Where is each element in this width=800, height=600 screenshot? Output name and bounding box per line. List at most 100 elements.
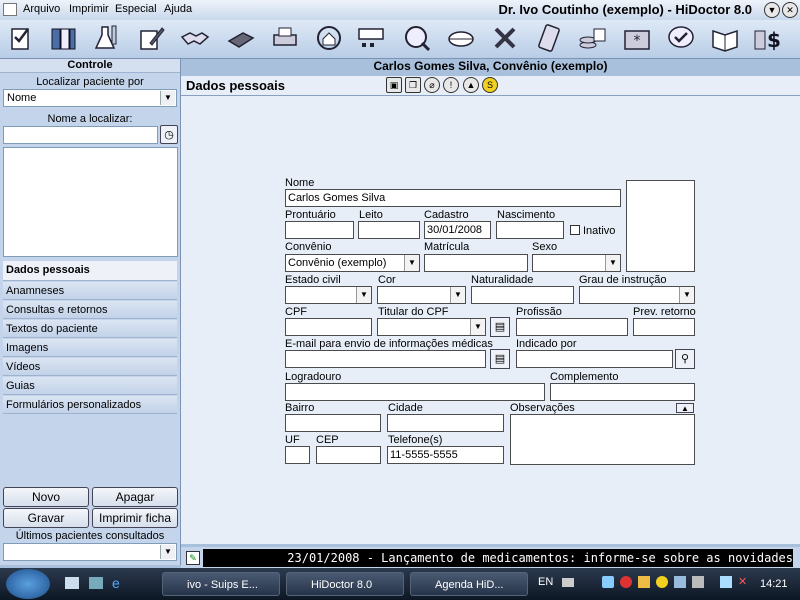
tools-icon[interactable]	[490, 23, 520, 53]
tray-icon[interactable]	[692, 576, 704, 588]
language-indicator[interactable]: EN	[538, 576, 553, 588]
nav-dados-pessoais[interactable]: Dados pessoais	[3, 261, 177, 281]
sexo-select[interactable]: ▼	[532, 254, 621, 272]
profissao-field[interactable]	[516, 318, 628, 336]
naturalidade-field[interactable]	[471, 286, 574, 304]
edit-document-icon[interactable]	[136, 23, 166, 53]
scanner-icon[interactable]	[356, 23, 386, 53]
chevron-down-icon[interactable]: ▼	[470, 319, 485, 335]
apagar-button[interactable]: Apagar	[92, 487, 178, 507]
nav-guias[interactable]: Guias	[3, 377, 177, 395]
books-icon[interactable]	[48, 23, 78, 53]
nav-formularios[interactable]: Formulários personalizados	[3, 396, 177, 414]
volume-muted-icon[interactable]: ✕	[738, 575, 747, 588]
cor-select[interactable]: ▼	[377, 286, 466, 304]
tray-icon[interactable]	[602, 576, 614, 588]
nav-videos[interactable]: Vídeos	[3, 358, 177, 376]
nav-consultas[interactable]: Consultas e retornos	[3, 301, 177, 319]
tray-icon[interactable]	[638, 576, 650, 588]
home-refresh-icon[interactable]	[314, 23, 344, 53]
nome-field[interactable]: Carlos Gomes Silva	[285, 189, 621, 207]
email-field[interactable]	[285, 350, 486, 368]
open-book-icon[interactable]	[710, 23, 740, 53]
chevron-down-icon[interactable]: ▼	[679, 287, 694, 303]
news-icon[interactable]: ✎	[186, 551, 200, 565]
nav-imagens[interactable]: Imagens	[3, 339, 177, 357]
lab-flask-icon[interactable]	[92, 23, 122, 53]
cidade-field[interactable]	[387, 414, 504, 432]
coins-icon[interactable]	[578, 23, 608, 53]
complemento-field[interactable]	[550, 383, 695, 401]
observacoes-textarea[interactable]	[510, 414, 695, 465]
tray-icon[interactable]	[620, 576, 632, 588]
localizar-select[interactable]: Nome ▼	[3, 89, 177, 107]
clock-icon[interactable]: ◷	[160, 125, 178, 144]
leito-field[interactable]	[358, 221, 420, 239]
search-globe-icon[interactable]	[402, 23, 432, 53]
skype-icon[interactable]: S	[482, 77, 498, 93]
save-icon[interactable]: ▣	[386, 77, 402, 93]
pill-icon[interactable]	[446, 23, 476, 53]
window-icon[interactable]	[3, 3, 17, 16]
telefone-field[interactable]: 11-5555-5555	[387, 446, 504, 464]
skype-icon[interactable]	[656, 576, 668, 588]
document-icon[interactable]: ▤	[490, 349, 510, 369]
menu-especial[interactable]: Especial	[115, 3, 157, 15]
finance-dollar-icon[interactable]: $	[752, 23, 782, 53]
taskbar-task-2[interactable]: HiDoctor 8.0	[286, 572, 404, 596]
patient-results-list[interactable]	[3, 147, 178, 257]
alert-icon[interactable]: !	[443, 77, 459, 93]
nome-localizar-input[interactable]	[3, 126, 158, 144]
network-icon[interactable]	[720, 576, 732, 588]
handshake-icon[interactable]	[180, 23, 210, 53]
keyboard-icon[interactable]	[562, 578, 574, 587]
pda-icon[interactable]	[534, 23, 564, 53]
menu-arquivo[interactable]: Arquivo	[23, 3, 60, 15]
chevron-down-icon[interactable]: ▼	[160, 545, 175, 559]
estado-civil-select[interactable]: ▼	[285, 286, 372, 304]
imprimir-ficha-button[interactable]: Imprimir ficha	[92, 508, 178, 528]
check-bubble-icon[interactable]	[666, 23, 696, 53]
titular-select[interactable]: ▼	[377, 318, 486, 336]
chevron-down-icon[interactable]: ▼	[356, 287, 371, 303]
medical-folder-icon[interactable]: *	[622, 23, 652, 53]
collapse-icon[interactable]: ▲	[676, 403, 694, 413]
novo-button[interactable]: Novo	[3, 487, 89, 507]
taskbar-task-1[interactable]: ivo - Suips E...	[162, 572, 280, 596]
matricula-field[interactable]	[424, 254, 528, 272]
attach-icon[interactable]: ⌀	[424, 77, 440, 93]
chevron-down-icon[interactable]: ▼	[404, 255, 419, 271]
grau-select[interactable]: ▼	[579, 286, 695, 304]
cadastro-field[interactable]: 30/01/2008	[424, 221, 491, 239]
chevron-down-icon[interactable]: ▼	[605, 255, 620, 271]
search-icon[interactable]: ⚲	[675, 349, 695, 369]
nascimento-field[interactable]	[496, 221, 564, 239]
checklist-icon[interactable]	[6, 23, 36, 53]
book-icon[interactable]	[226, 23, 256, 53]
ultimos-select[interactable]: ▼	[3, 543, 177, 561]
start-button[interactable]	[6, 569, 50, 599]
show-desktop-icon[interactable]	[65, 577, 79, 589]
printer-icon[interactable]	[270, 23, 300, 53]
document-icon[interactable]: ▤	[490, 317, 510, 337]
up-arrow-icon[interactable]: ▲	[463, 77, 479, 93]
close-icon[interactable]: ✕	[782, 2, 798, 18]
patient-photo[interactable]	[626, 180, 695, 272]
copy-icon[interactable]: ❐	[405, 77, 421, 93]
bairro-field[interactable]	[285, 414, 381, 432]
prontuario-field[interactable]	[285, 221, 354, 239]
nav-textos[interactable]: Textos do paciente	[3, 320, 177, 338]
indicado-field[interactable]	[516, 350, 673, 368]
inativo-checkbox[interactable]	[570, 225, 580, 235]
logradouro-field[interactable]	[285, 383, 545, 401]
convenio-select[interactable]: Convênio (exemplo) ▼	[285, 254, 420, 272]
clock[interactable]: 14:21	[760, 578, 788, 590]
gravar-button[interactable]: Gravar	[3, 508, 89, 528]
switch-windows-icon[interactable]	[89, 577, 103, 589]
menu-imprimir[interactable]: Imprimir	[69, 3, 109, 15]
chevron-down-icon[interactable]: ▼	[160, 91, 175, 105]
cpf-field[interactable]	[285, 318, 372, 336]
uf-field[interactable]	[285, 446, 310, 464]
news-ticker[interactable]: 23/01/2008 - Lançamento de medicamentos:…	[203, 549, 793, 567]
internet-explorer-icon[interactable]: e	[112, 575, 120, 591]
